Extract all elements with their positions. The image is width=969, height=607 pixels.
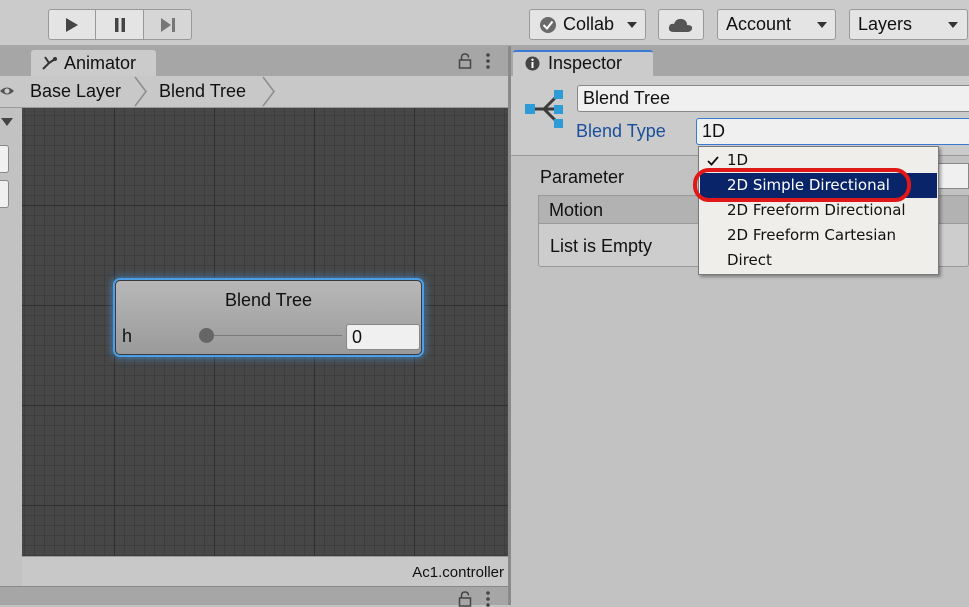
option-2d-freeform-cartesian[interactable]: 2D Freeform Cartesian bbox=[700, 223, 937, 248]
animator-footer: Ac1.controller bbox=[22, 556, 510, 586]
play-icon bbox=[66, 17, 78, 32]
step-icon bbox=[160, 17, 175, 32]
tab-animator-label: Animator bbox=[64, 53, 137, 73]
node-slider-handle[interactable] bbox=[199, 328, 214, 343]
tab-animator[interactable]: Animator bbox=[31, 50, 156, 76]
collab-button[interactable]: Collab bbox=[529, 9, 646, 40]
chevron-down-icon bbox=[948, 22, 958, 28]
node-parameter-name: h bbox=[122, 326, 133, 346]
list-empty-text: List is Empty bbox=[550, 236, 653, 256]
blend-type-label: Blend Type bbox=[576, 121, 666, 141]
node-slider-track[interactable] bbox=[206, 335, 342, 336]
name-field[interactable]: Blend Tree bbox=[577, 85, 969, 112]
inspector-header: Blend Tree Blend Type 1D bbox=[511, 76, 969, 156]
breadcrumb-separator-icon bbox=[262, 76, 275, 107]
eye-icon[interactable] bbox=[0, 85, 14, 97]
cloud-icon bbox=[668, 18, 693, 32]
chevron-down-icon bbox=[817, 22, 827, 28]
breadcrumb: Base Layer Blend Tree bbox=[0, 76, 510, 108]
cloud-button[interactable] bbox=[658, 9, 704, 40]
lock-icon[interactable] bbox=[458, 53, 472, 69]
pause-icon bbox=[114, 17, 125, 32]
pause-button[interactable] bbox=[96, 9, 144, 40]
node-value-field[interactable]: 0 bbox=[346, 324, 420, 350]
motion-label: Motion bbox=[549, 200, 604, 220]
animator-icon bbox=[42, 56, 57, 70]
blend-type-options-list: 1D 2D Simple Directional 2D Freeform Dir… bbox=[698, 146, 939, 275]
layers-label: Layers bbox=[858, 14, 913, 34]
blend-type-dropdown[interactable]: 1D bbox=[696, 118, 969, 145]
main-toolbar: Collab Account Layers bbox=[0, 0, 969, 46]
breadcrumb-blend-tree[interactable]: Blend Tree bbox=[152, 76, 282, 107]
animator-tab-bar: Animator bbox=[0, 46, 510, 76]
step-button[interactable] bbox=[144, 9, 192, 40]
side-field-1[interactable] bbox=[0, 145, 9, 173]
controller-filename: Ac1.controller bbox=[412, 564, 504, 581]
info-icon bbox=[525, 56, 540, 71]
layers-dropdown[interactable]: Layers bbox=[849, 9, 968, 40]
check-circle-icon bbox=[540, 17, 556, 33]
blend-tree-node[interactable]: Blend Tree h 0 bbox=[115, 280, 422, 355]
tab-inspector[interactable]: Inspector bbox=[513, 50, 653, 76]
tab-inspector-label: Inspector bbox=[548, 53, 623, 73]
lower-panel-tab-bar bbox=[0, 586, 510, 607]
breadcrumb-base-layer[interactable]: Base Layer bbox=[22, 76, 152, 107]
option-direct[interactable]: Direct bbox=[700, 248, 937, 273]
caret-down-icon[interactable] bbox=[1, 118, 13, 126]
annotation-highlight-ring bbox=[693, 168, 911, 202]
parameter-dropdown[interactable] bbox=[935, 163, 969, 189]
account-label: Account bbox=[726, 14, 792, 34]
node-title: Blend Tree bbox=[224, 290, 313, 310]
kebab-menu-icon[interactable] bbox=[485, 53, 491, 69]
breadcrumb-separator-icon bbox=[134, 76, 147, 107]
collab-label: Collab bbox=[563, 14, 615, 34]
parameters-side-panel bbox=[0, 108, 22, 586]
chevron-down-icon bbox=[627, 22, 637, 28]
checkmark-icon bbox=[707, 156, 719, 166]
inspector-tab-bar: Inspector bbox=[511, 46, 969, 76]
play-button[interactable] bbox=[48, 9, 96, 40]
account-dropdown[interactable]: Account bbox=[717, 9, 836, 40]
blend-tree-icon bbox=[525, 90, 563, 128]
side-field-2[interactable] bbox=[0, 180, 9, 208]
parameter-label: Parameter bbox=[540, 167, 625, 187]
